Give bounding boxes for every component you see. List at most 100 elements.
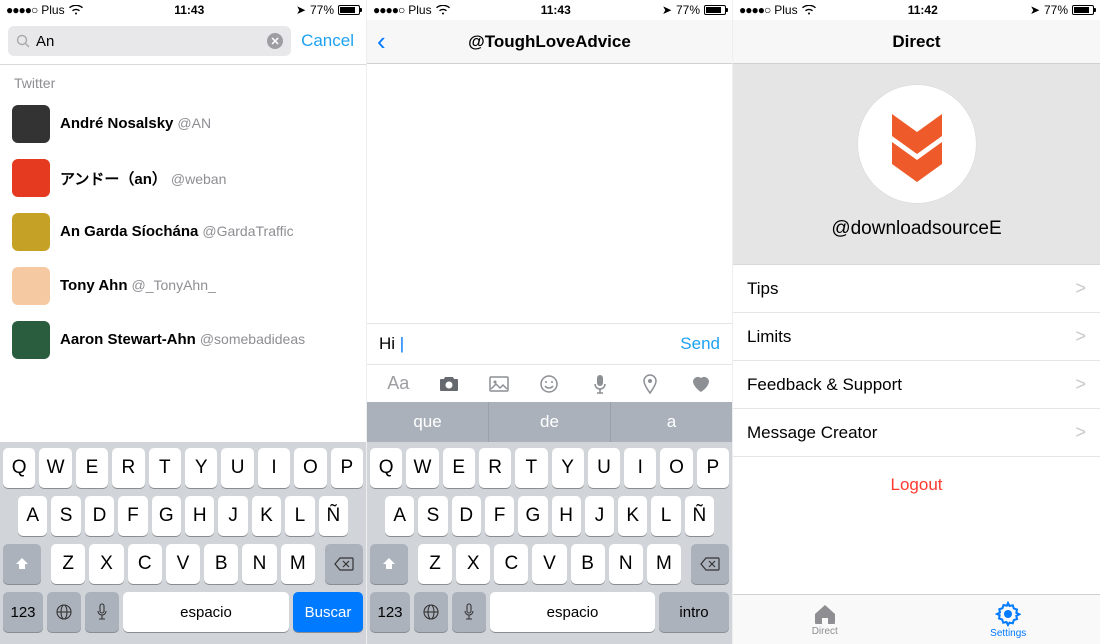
globe-key[interactable] <box>414 592 448 632</box>
key[interactable]: Z <box>51 544 85 584</box>
key[interactable]: H <box>552 496 581 536</box>
key[interactable]: G <box>152 496 181 536</box>
key[interactable]: V <box>166 544 200 584</box>
key[interactable]: E <box>76 448 108 488</box>
key[interactable]: P <box>331 448 363 488</box>
heart-icon[interactable] <box>687 374 715 394</box>
search-input[interactable] <box>36 33 261 50</box>
key[interactable]: A <box>18 496 47 536</box>
key[interactable]: O <box>660 448 692 488</box>
key[interactable]: X <box>89 544 123 584</box>
key[interactable]: H <box>185 496 214 536</box>
key[interactable]: C <box>494 544 528 584</box>
key[interactable]: Q <box>3 448 35 488</box>
result-row[interactable]: アンドー（an）@weban <box>0 151 366 205</box>
camera-icon[interactable] <box>435 375 463 393</box>
cell-feedback[interactable]: Feedback & Support> <box>733 361 1100 409</box>
key[interactable]: G <box>518 496 547 536</box>
key[interactable]: K <box>252 496 281 536</box>
key[interactable]: U <box>221 448 253 488</box>
key[interactable]: Z <box>418 544 452 584</box>
key[interactable]: F <box>485 496 514 536</box>
search-action-key[interactable]: Buscar <box>293 592 363 632</box>
key[interactable]: W <box>406 448 438 488</box>
numeric-key[interactable]: 123 <box>3 592 43 632</box>
backspace-key[interactable] <box>691 544 729 584</box>
key[interactable]: F <box>118 496 147 536</box>
cell-tips[interactable]: Tips> <box>733 265 1100 313</box>
key[interactable]: M <box>647 544 681 584</box>
compose-text[interactable]: Hi | <box>379 334 404 354</box>
key[interactable]: Y <box>552 448 584 488</box>
suggestion[interactable]: de <box>489 402 611 442</box>
key[interactable]: X <box>456 544 490 584</box>
key[interactable]: W <box>39 448 71 488</box>
key[interactable]: A <box>385 496 414 536</box>
globe-key[interactable] <box>47 592 81 632</box>
key[interactable]: J <box>218 496 247 536</box>
key[interactable]: V <box>532 544 566 584</box>
key[interactable]: P <box>697 448 729 488</box>
key[interactable]: B <box>204 544 238 584</box>
back-button[interactable]: ‹ <box>367 26 396 57</box>
key[interactable]: R <box>112 448 144 488</box>
key[interactable]: N <box>242 544 276 584</box>
key[interactable]: S <box>51 496 80 536</box>
space-key[interactable]: espacio <box>123 592 289 632</box>
logout-button[interactable]: Logout <box>733 457 1100 513</box>
profile-avatar[interactable] <box>857 84 977 204</box>
suggestion[interactable]: que <box>367 402 489 442</box>
key[interactable]: Q <box>370 448 402 488</box>
key[interactable]: C <box>128 544 162 584</box>
shift-key[interactable] <box>3 544 41 584</box>
key[interactable]: I <box>624 448 656 488</box>
location-pin-icon[interactable] <box>636 374 664 394</box>
cancel-button[interactable]: Cancel <box>291 31 358 51</box>
key[interactable]: Y <box>185 448 217 488</box>
cell-message-creator[interactable]: Message Creator> <box>733 409 1100 457</box>
tab-direct[interactable]: Direct <box>733 595 917 644</box>
cell-limits[interactable]: Limits> <box>733 313 1100 361</box>
search-box[interactable]: ✕ <box>8 26 291 56</box>
key[interactable]: Ñ <box>319 496 348 536</box>
key[interactable]: O <box>294 448 326 488</box>
key[interactable]: N <box>609 544 643 584</box>
mic-key[interactable] <box>85 592 119 632</box>
result-row[interactable]: André Nosalsky@AN <box>0 97 366 151</box>
suggestion[interactable]: a <box>611 402 732 442</box>
key[interactable]: E <box>443 448 475 488</box>
backspace-key[interactable] <box>325 544 363 584</box>
key[interactable]: M <box>281 544 315 584</box>
key[interactable]: B <box>571 544 605 584</box>
tab-settings[interactable]: Settings <box>917 595 1100 644</box>
battery-pct: 77% <box>1044 3 1068 17</box>
space-key[interactable]: espacio <box>490 592 655 632</box>
key[interactable]: S <box>418 496 447 536</box>
clear-search-button[interactable]: ✕ <box>267 33 283 49</box>
key[interactable]: K <box>618 496 647 536</box>
result-row[interactable]: An Garda Síochána@GardaTraffic <box>0 205 366 259</box>
mic-icon[interactable] <box>586 374 614 394</box>
return-key[interactable]: intro <box>659 592 729 632</box>
key[interactable]: T <box>515 448 547 488</box>
key[interactable]: D <box>85 496 114 536</box>
send-button[interactable]: Send <box>680 334 720 354</box>
key[interactable]: L <box>651 496 680 536</box>
result-row[interactable]: Tony Ahn@_TonyAhn_ <box>0 259 366 313</box>
key[interactable]: I <box>258 448 290 488</box>
key[interactable]: D <box>452 496 481 536</box>
key[interactable]: Ñ <box>685 496 714 536</box>
message-area[interactable] <box>367 64 732 323</box>
result-row[interactable]: Aaron Stewart-Ahn@somebadideas <box>0 313 366 367</box>
key[interactable]: T <box>149 448 181 488</box>
mic-key[interactable] <box>452 592 486 632</box>
numeric-key[interactable]: 123 <box>370 592 410 632</box>
key[interactable]: R <box>479 448 511 488</box>
key[interactable]: U <box>588 448 620 488</box>
shift-key[interactable] <box>370 544 408 584</box>
photo-icon[interactable] <box>485 375 513 393</box>
key[interactable]: J <box>585 496 614 536</box>
text-tool[interactable]: Aa <box>384 373 412 394</box>
emoji-icon[interactable] <box>535 374 563 394</box>
key[interactable]: L <box>285 496 314 536</box>
